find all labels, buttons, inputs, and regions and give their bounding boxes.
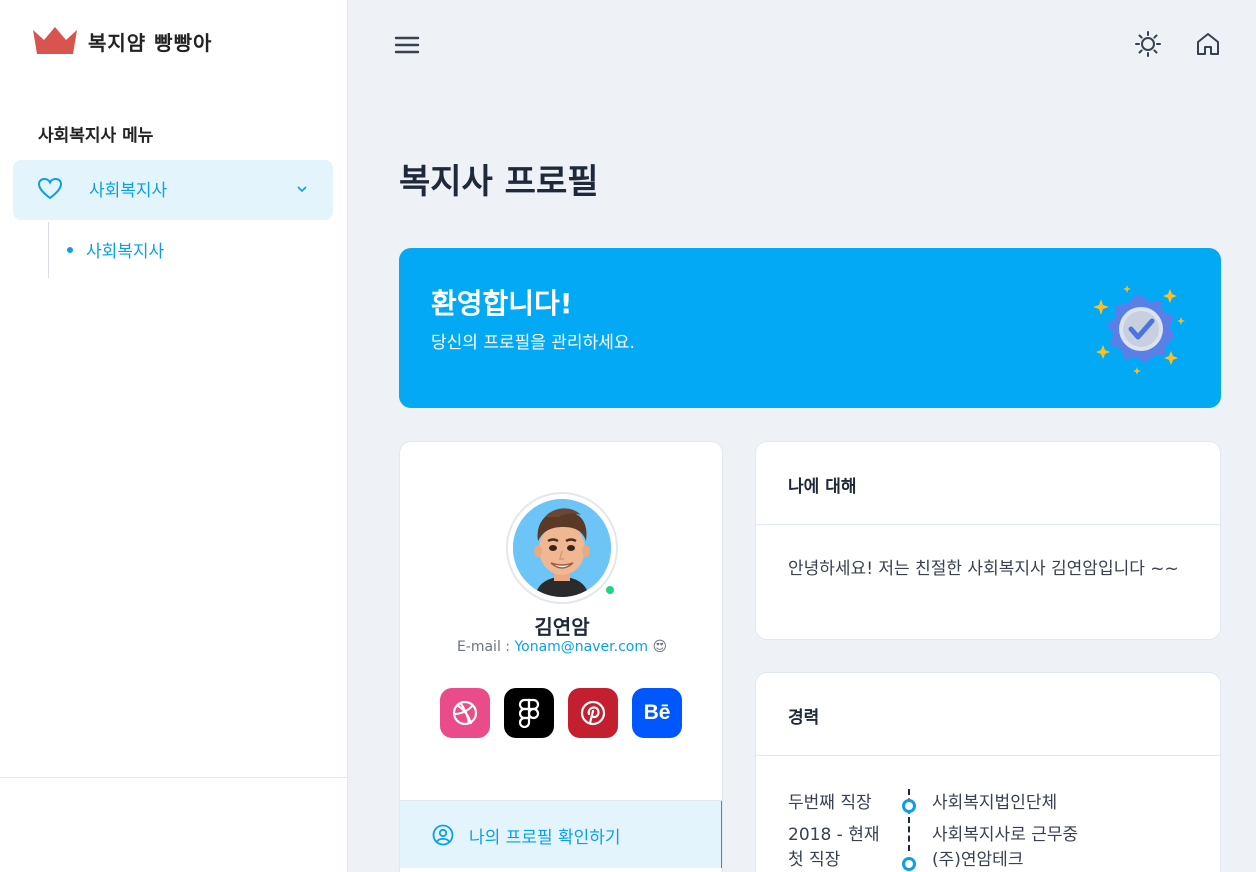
career-entry-org: 사회복지법인단체 <box>932 793 1058 813</box>
heart-eyes-emoji: 😍 <box>652 639 668 655</box>
behance-button[interactable]: Bē <box>632 688 682 738</box>
online-status-dot <box>604 584 616 596</box>
social-links: Bē <box>440 688 682 738</box>
profile-card: 김연암 E-mail : Yonam@naver.com 😍 Bē 나의 프로필… <box>399 441 723 872</box>
profile-email-line: E-mail : Yonam@naver.com 😍 <box>400 639 722 655</box>
banner-subtitle: 당신의 프로필을 관리하세요. <box>431 333 635 353</box>
sidebar-item-social-worker[interactable]: 사회복지사 <box>13 160 333 220</box>
memoji-avatar-icon <box>513 499 611 597</box>
heart-icon <box>37 177 63 200</box>
figma-icon <box>518 698 540 728</box>
sidebar: 복지얌 빵빵아 사회복지사 메뉴 사회복지사 사회복지사 <box>0 0 348 872</box>
profile-name: 김연암 <box>534 615 590 639</box>
career-entry-org: (주)연암테크 <box>932 850 1024 870</box>
sidebar-submenu: 사회복지사 <box>48 222 164 278</box>
career-entry-role: 사회복지사로 근무중 <box>932 825 1079 845</box>
pinterest-button[interactable] <box>568 688 618 738</box>
career-entry-label: 두번째 직장 <box>788 793 872 813</box>
pinterest-icon <box>580 700 606 726</box>
about-text: 안녕하세요! 저는 친절한 사회복지사 김연암입니다 ~~ <box>788 559 1179 579</box>
chevron-down-icon <box>297 186 307 193</box>
career-card-header: 경력 <box>756 673 1220 756</box>
sidebar-section-title: 사회복지사 메뉴 <box>38 126 154 146</box>
menu-icon[interactable] <box>393 32 421 58</box>
about-card-title: 나에 대해 <box>788 477 857 497</box>
welcome-banner: 환영합니다! 당신의 프로필을 관리하세요. <box>399 248 1221 408</box>
home-icon[interactable] <box>1194 30 1222 58</box>
sidebar-subitem-social-worker[interactable]: 사회복지사 <box>86 237 164 262</box>
brand-logo[interactable]: 복지얌 빵빵아 <box>32 26 212 56</box>
email-label: E-mail : <box>456 639 515 655</box>
behance-icon: Bē <box>643 701 671 724</box>
dribbble-icon <box>452 700 478 726</box>
tab-my-profile[interactable]: 나의 프로필 확인하기 <box>400 800 722 868</box>
career-entry-period: 2018 - 현재 <box>788 825 880 845</box>
page-title: 복지사 프로필 <box>399 162 599 202</box>
timeline-dot <box>902 799 916 813</box>
career-card-title: 경력 <box>788 708 820 728</box>
crown-icon <box>33 27 77 54</box>
sun-icon[interactable] <box>1134 30 1162 58</box>
dribbble-button[interactable] <box>440 688 490 738</box>
sidebar-item-label: 사회복지사 <box>89 181 168 201</box>
timeline-dot <box>902 857 916 871</box>
bullet-dot <box>67 247 73 253</box>
avatar-ring <box>506 492 618 604</box>
career-card: 경력 두번째 직장 2018 - 현재 첫 직장 사회복지법인단체 사회복지사로… <box>755 672 1221 872</box>
user-circle-icon <box>432 824 454 846</box>
tab-my-profile-label: 나의 프로필 확인하기 <box>469 828 621 848</box>
figma-button[interactable] <box>504 688 554 738</box>
sidebar-divider <box>0 777 348 778</box>
avatar[interactable] <box>513 499 611 597</box>
about-card: 나에 대해 안녕하세요! 저는 친절한 사회복지사 김연암입니다 ~~ <box>755 441 1221 640</box>
banner-title: 환영합니다! <box>431 287 573 320</box>
career-entry-label: 첫 직장 <box>788 850 841 870</box>
verified-badge-icon <box>1093 285 1185 375</box>
brand-name: 복지얌 빵빵아 <box>88 30 213 55</box>
about-card-header: 나에 대해 <box>756 442 1220 525</box>
email-link[interactable]: Yonam@naver.com <box>514 639 648 655</box>
